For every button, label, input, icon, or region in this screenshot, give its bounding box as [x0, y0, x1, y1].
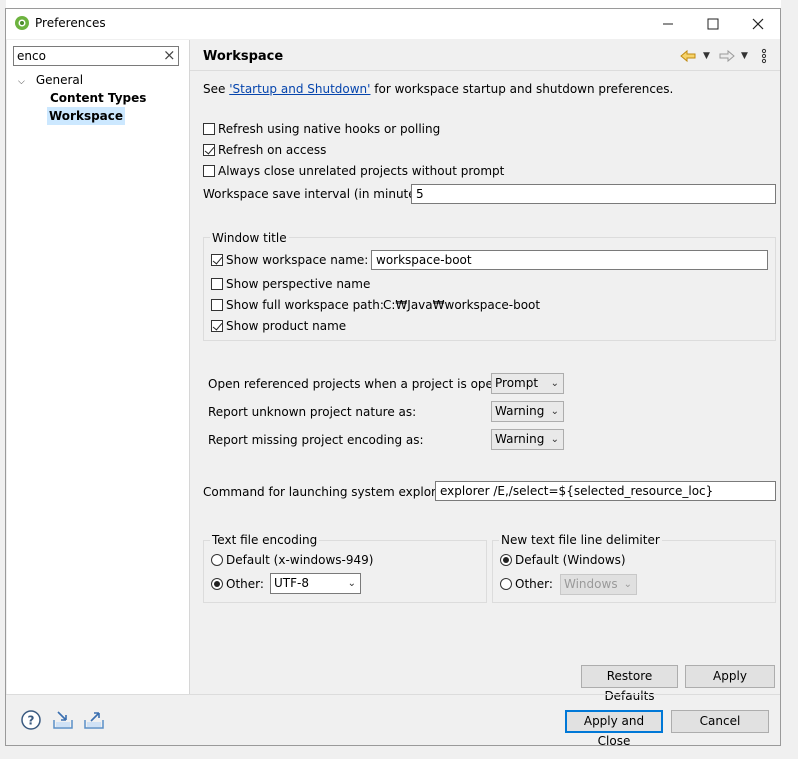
minimize-button[interactable]	[645, 9, 691, 39]
delimiter-default-radio[interactable]	[500, 554, 512, 566]
open-ref-value: Prompt	[495, 376, 539, 390]
full-path-value: C:₩Java₩workspace-boot	[383, 298, 541, 312]
always-close-label: Always close unrelated projects without …	[218, 164, 505, 178]
delimiter-other-radio[interactable]	[500, 578, 512, 590]
chevron-down-icon[interactable]: ⌵	[18, 73, 30, 91]
delimiter-other-select[interactable]: Windows ⌄	[560, 574, 637, 595]
background-strip-bottom	[0, 746, 798, 759]
line-delimiter-legend: New text file line delimiter	[499, 533, 662, 547]
refresh-native-option[interactable]: Refresh using native hooks or polling	[203, 121, 440, 137]
encoding-other-select[interactable]: UTF-8 ⌄	[270, 573, 361, 594]
tree-node-general[interactable]: ⌵ General	[18, 71, 83, 91]
workspace-name-input[interactable]: workspace-boot	[371, 250, 768, 270]
svg-text:?: ?	[28, 714, 35, 728]
save-interval-input[interactable]: 5	[411, 184, 776, 204]
always-close-option[interactable]: Always close unrelated projects without …	[203, 163, 504, 179]
encoding-default-label: Default (x-windows-949)	[226, 553, 374, 567]
forward-dropdown-icon[interactable]: ▼	[741, 51, 748, 61]
open-ref-label: Open referenced projects when a project …	[208, 377, 520, 391]
title-separator	[190, 70, 780, 71]
missing-encoding-value: Warning	[495, 432, 545, 446]
show-full-path-option[interactable]: Show full workspace path:	[211, 297, 384, 313]
delimiter-default-label: Default (Windows)	[515, 553, 626, 567]
chevron-down-icon: ⌄	[550, 378, 559, 389]
title-bar[interactable]: Preferences	[6, 9, 780, 39]
apply-and-close-button[interactable]: Apply and Close	[565, 710, 663, 748]
refresh-native-label: Refresh using native hooks or polling	[218, 122, 441, 136]
restore-defaults-button[interactable]: Restore Defaults	[581, 665, 678, 703]
tree-label-general: General	[35, 73, 84, 87]
text-encoding-legend: Text file encoding	[210, 533, 320, 547]
tree-node-content-types[interactable]: Content Types	[50, 89, 146, 107]
tree-node-workspace[interactable]: Workspace	[47, 107, 126, 125]
explorer-label: Command for launching system explorer:	[203, 485, 452, 499]
forward-arrow-icon[interactable]	[719, 49, 735, 66]
unknown-nature-value: Warning	[495, 404, 545, 418]
delimiter-other-label: Other:	[515, 577, 553, 591]
unknown-nature-select[interactable]: Warning ⌄	[491, 401, 564, 422]
refresh-native-checkbox[interactable]	[203, 123, 215, 135]
eclipse-preferences-icon	[14, 15, 30, 31]
chevron-down-icon: ⌄	[347, 578, 356, 589]
close-icon	[752, 18, 764, 30]
show-ws-name-option[interactable]: Show workspace name:	[211, 252, 368, 268]
delimiter-default-option[interactable]: Default (Windows)	[500, 552, 626, 568]
save-interval-label: Workspace save interval (in minutes):	[203, 187, 431, 201]
encoding-default-option[interactable]: Default (x-windows-949)	[211, 552, 373, 568]
back-dropdown-icon[interactable]: ▼	[703, 51, 710, 61]
show-product-option[interactable]: Show product name	[211, 318, 346, 334]
show-full-path-label: Show full workspace path:	[226, 298, 384, 312]
apply-button[interactable]: Apply	[685, 665, 775, 688]
show-full-path-checkbox[interactable]	[211, 299, 223, 311]
startup-info-text: See 'Startup and Shutdown' for workspace…	[203, 81, 673, 97]
show-product-label: Show product name	[226, 319, 347, 333]
maximize-icon	[707, 18, 719, 30]
export-icon[interactable]	[83, 710, 105, 733]
window-title-legend: Window title	[210, 231, 289, 245]
chevron-down-icon: ⌄	[550, 406, 559, 417]
clear-filter-icon[interactable]: ×	[163, 47, 176, 64]
delimiter-other-value: Windows	[564, 577, 618, 591]
see-suffix: for workspace startup and shutdown prefe…	[370, 82, 674, 96]
chevron-down-icon: ⌄	[550, 434, 559, 445]
explorer-command-input[interactable]: explorer /E,/select=${selected_resource_…	[435, 481, 776, 501]
encoding-other-option[interactable]: Other:	[211, 576, 264, 592]
maximize-button[interactable]	[690, 9, 736, 39]
help-icon[interactable]: ?	[21, 710, 41, 733]
page-title: Workspace	[203, 49, 284, 64]
view-menu-icon[interactable]	[760, 48, 768, 67]
refresh-access-option[interactable]: Refresh on access	[203, 142, 326, 158]
missing-encoding-label: Report missing project encoding as:	[208, 433, 424, 447]
open-ref-select[interactable]: Prompt ⌄	[491, 373, 564, 394]
show-perspective-checkbox[interactable]	[211, 278, 223, 290]
show-ws-name-checkbox[interactable]	[211, 254, 223, 266]
footer-separator	[6, 694, 780, 695]
delimiter-other-option[interactable]: Other:	[500, 576, 553, 592]
refresh-access-checkbox[interactable]	[203, 144, 215, 156]
startup-shutdown-link[interactable]: 'Startup and Shutdown'	[229, 82, 370, 96]
show-perspective-option[interactable]: Show perspective name	[211, 276, 370, 292]
show-ws-name-label: Show workspace name:	[226, 253, 369, 267]
filter-input[interactable]: enco	[13, 46, 179, 66]
see-prefix: See	[203, 82, 230, 96]
import-icon[interactable]	[52, 710, 74, 733]
encoding-default-radio[interactable]	[211, 554, 223, 566]
preference-tree-panel	[7, 40, 190, 694]
show-product-checkbox[interactable]	[211, 320, 223, 332]
chevron-down-icon: ⌄	[623, 579, 632, 590]
close-window-button[interactable]	[735, 9, 781, 39]
show-perspective-label: Show perspective name	[226, 277, 371, 291]
refresh-access-label: Refresh on access	[218, 143, 327, 157]
encoding-other-radio[interactable]	[211, 578, 223, 590]
encoding-other-label: Other:	[226, 577, 264, 591]
minimize-icon	[663, 23, 673, 25]
always-close-checkbox[interactable]	[203, 165, 215, 177]
encoding-other-value: UTF-8	[274, 576, 309, 590]
missing-encoding-select[interactable]: Warning ⌄	[491, 429, 564, 450]
unknown-nature-label: Report unknown project nature as:	[208, 405, 417, 419]
cancel-button[interactable]: Cancel	[671, 710, 769, 733]
back-arrow-icon[interactable]	[680, 49, 696, 66]
background-strip-right	[781, 0, 798, 759]
window-title: Preferences	[35, 16, 106, 30]
